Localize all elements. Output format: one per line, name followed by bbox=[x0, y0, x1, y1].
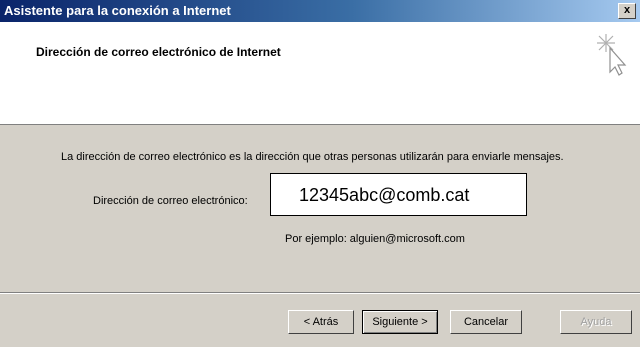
email-field-label: Dirección de correo electrónico: bbox=[93, 195, 248, 207]
window-title: Asistente para la conexión a Internet bbox=[4, 3, 231, 18]
next-button[interactable]: Siguiente > bbox=[362, 310, 438, 334]
wizard-cursor-sparkle-icon bbox=[597, 34, 627, 76]
close-button[interactable]: x bbox=[618, 3, 636, 19]
help-button[interactable]: Ayuda bbox=[560, 310, 632, 334]
back-button[interactable]: < Atrás bbox=[288, 310, 354, 334]
close-icon: x bbox=[623, 4, 631, 16]
title-bar[interactable]: Asistente para la conexión a Internet x bbox=[0, 0, 640, 22]
footer-divider-highlight bbox=[0, 293, 640, 294]
page-title: Dirección de correo electrónico de Inter… bbox=[36, 45, 281, 59]
email-field[interactable]: 12345abc@comb.cat bbox=[270, 173, 527, 216]
wizard-header: Dirección de correo electrónico de Inter… bbox=[0, 22, 640, 125]
example-text: Por ejemplo: alguien@microsoft.com bbox=[285, 233, 465, 245]
description-text: La dirección de correo electrónico es la… bbox=[61, 151, 564, 163]
wizard-window: Asistente para la conexión a Internet x … bbox=[0, 0, 640, 347]
cancel-button[interactable]: Cancelar bbox=[450, 310, 522, 334]
